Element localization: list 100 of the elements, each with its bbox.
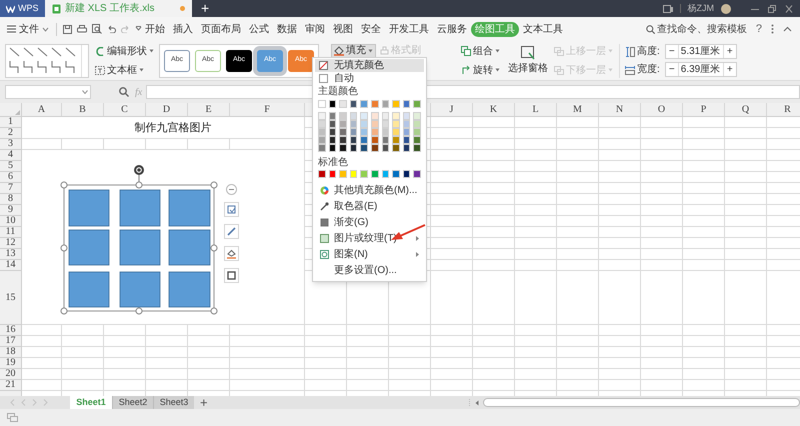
color-swatch[interactable] [360, 128, 368, 136]
collapse-circle-icon[interactable] [226, 184, 237, 195]
column-header[interactable]: Q [725, 103, 767, 116]
row-header[interactable]: 7 [0, 183, 22, 194]
menu-tab[interactable]: 插入 [169, 22, 197, 36]
more-options-icon[interactable] [771, 24, 774, 34]
menu-tab[interactable]: 开发工具 [385, 22, 433, 36]
color-swatch[interactable] [328, 144, 336, 152]
color-swatch[interactable] [370, 144, 379, 152]
floating-tool-button[interactable] [224, 246, 239, 261]
menu-tab[interactable]: 公式 [245, 22, 273, 36]
color-swatch[interactable] [339, 120, 347, 128]
color-swatch[interactable] [382, 128, 390, 136]
column-header[interactable]: N [599, 103, 641, 116]
row-header[interactable]: 14 [0, 260, 22, 271]
zoom-icon[interactable] [119, 87, 129, 97]
new-tab-button[interactable]: + [192, 0, 218, 17]
color-swatch[interactable] [413, 128, 421, 136]
print-icon[interactable] [77, 24, 87, 34]
color-swatch[interactable] [382, 144, 390, 152]
rotate-button[interactable]: 旋转 [461, 62, 500, 78]
color-swatch[interactable] [382, 120, 390, 128]
undo-icon[interactable] [107, 25, 116, 33]
color-swatch[interactable] [413, 120, 421, 128]
row-header[interactable]: 13 [0, 249, 22, 260]
column-header[interactable]: K [473, 103, 515, 116]
column-header[interactable]: O [641, 103, 683, 116]
row-header[interactable]: 3 [0, 139, 22, 150]
file-menu-button[interactable]: 文件 [5, 22, 51, 36]
color-swatch[interactable] [339, 112, 347, 120]
status-icon[interactable] [7, 413, 18, 422]
color-swatch[interactable] [392, 144, 400, 152]
restore-icon[interactable] [767, 4, 777, 12]
color-swatch[interactable] [360, 144, 368, 152]
color-swatch[interactable] [350, 120, 358, 128]
color-swatch[interactable] [328, 136, 336, 144]
color-swatch[interactable] [328, 170, 336, 178]
row-header[interactable]: 8 [0, 194, 22, 205]
color-swatch[interactable] [402, 112, 410, 120]
connector-gallery[interactable] [5, 44, 89, 78]
color-swatch[interactable] [350, 128, 358, 136]
row-header[interactable]: 11 [0, 227, 22, 238]
scroll-left-icon[interactable] [475, 400, 479, 406]
row-header[interactable]: 4 [0, 150, 22, 161]
color-swatch[interactable] [402, 128, 410, 136]
more-caret-icon[interactable] [135, 26, 142, 32]
menu-option[interactable]: 无填充颜色 [315, 59, 424, 72]
color-swatch[interactable] [413, 112, 421, 120]
column-header[interactable]: B [62, 103, 104, 116]
row-header[interactable]: 2 [0, 128, 22, 139]
avatar[interactable] [721, 4, 731, 14]
color-swatch[interactable] [350, 100, 358, 108]
color-swatch[interactable] [370, 170, 379, 178]
color-swatch[interactable] [370, 120, 379, 128]
color-swatch[interactable] [350, 136, 358, 144]
color-swatch[interactable] [413, 100, 421, 108]
color-swatch[interactable] [392, 136, 400, 144]
color-swatch[interactable] [360, 136, 368, 144]
horizontal-scrollbar[interactable] [483, 398, 800, 407]
color-swatch[interactable] [350, 112, 358, 120]
color-swatch[interactable] [339, 170, 347, 178]
row-header[interactable]: 10 [0, 216, 22, 227]
row-header[interactable]: 21 [0, 380, 22, 391]
color-swatch[interactable] [360, 170, 368, 178]
color-swatch[interactable] [328, 128, 336, 136]
close-icon[interactable] [784, 4, 794, 12]
color-swatch[interactable] [392, 170, 400, 178]
color-swatch[interactable] [392, 112, 400, 120]
color-swatch[interactable] [382, 136, 390, 144]
row-header[interactable]: 9 [0, 205, 22, 216]
color-swatch[interactable] [392, 120, 400, 128]
fill-button[interactable]: 填充 [331, 44, 376, 58]
row-header[interactable]: 1 [0, 117, 22, 128]
edit-shape-button[interactable]: 编辑形状 [95, 44, 154, 58]
color-swatch[interactable] [360, 120, 368, 128]
print-preview-icon[interactable] [92, 24, 102, 34]
color-swatch[interactable] [360, 100, 368, 108]
color-swatch[interactable] [413, 170, 421, 178]
help-button[interactable]: ? [756, 20, 762, 38]
color-swatch[interactable] [328, 112, 336, 120]
color-swatch[interactable] [339, 136, 347, 144]
color-swatch[interactable] [392, 128, 400, 136]
color-swatch[interactable] [318, 144, 326, 152]
color-swatch[interactable] [339, 128, 347, 136]
text-box-button[interactable]: 文本框 [95, 62, 154, 78]
row-header[interactable]: 15 [0, 271, 22, 325]
square-grid-drawing[interactable] [68, 190, 210, 308]
color-swatch[interactable] [328, 120, 336, 128]
color-swatch[interactable] [339, 100, 347, 108]
sheet-tab[interactable]: Sheet1 [70, 396, 112, 409]
menu-tab[interactable]: 开始 [141, 22, 169, 36]
color-swatch[interactable] [370, 128, 379, 136]
column-header[interactable]: L [515, 103, 557, 116]
menu-tab[interactable]: 云服务 [433, 22, 471, 36]
row-header[interactable]: 20 [0, 369, 22, 380]
color-swatch[interactable] [402, 170, 410, 178]
row-header[interactable]: 12 [0, 238, 22, 249]
column-header[interactable]: A [22, 103, 62, 116]
column-header[interactable]: J [431, 103, 473, 116]
row-header[interactable]: 5 [0, 161, 22, 172]
